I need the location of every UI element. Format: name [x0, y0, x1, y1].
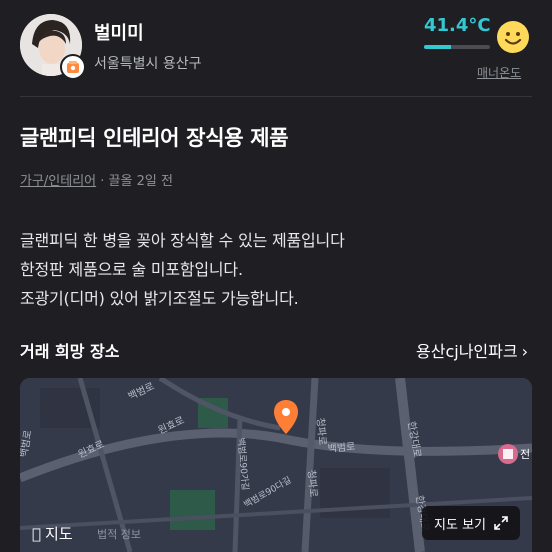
- profile-badge-icon: [60, 54, 86, 80]
- smiley-face-icon: [496, 20, 530, 54]
- street-label: 백범로: [327, 441, 356, 455]
- article-body: 글랜피딕 한 병을 꽂아 장식할 수 있는 제품입니다 한정판 제품으로 술 미…: [20, 226, 345, 313]
- chevron-right-icon: ›: [521, 342, 528, 361]
- poi-label: 전: [520, 448, 530, 461]
- map-logo-text: 지도: [36, 525, 73, 543]
- body-line: 한정판 제품으로 술 미포함입니다.: [20, 260, 243, 279]
- manner-temperature: 41.4°C: [424, 15, 491, 36]
- nickname[interactable]: 벌미미: [94, 19, 144, 45]
- body-line: 글랜피딕 한 병을 꽂아 장식할 수 있는 제품입니다: [20, 231, 345, 250]
- manner-temperature-link[interactable]: 매너온도: [477, 64, 521, 81]
- apple-icon: : [32, 525, 41, 543]
- body-line: 조광기(디머) 있어 밝기조절도 가능합니다.: [20, 289, 299, 308]
- divider: [20, 96, 532, 97]
- article-meta: 가구/인테리어 · 끌올 2일 전: [20, 170, 173, 189]
- region: 서울특별시 용산구: [94, 56, 202, 72]
- meeting-place-name: 용산cj나인파크: [416, 342, 518, 361]
- view-map-label: 지도 보기: [434, 517, 486, 533]
- manner-temperature-fill: [424, 45, 452, 49]
- meeting-place-label: 거래 희망 장소: [20, 342, 120, 361]
- map[interactable]: 백범로 원효로 원효로 백범로 청파로 백범로90가길 백범로90다길 한강대로…: [20, 378, 532, 552]
- expand-icon: [494, 516, 508, 530]
- street-label: 청파로: [314, 417, 328, 446]
- meeting-place-link[interactable]: 용산cj나인파크 ›: [416, 338, 528, 362]
- map-logo: 지도: [32, 523, 73, 544]
- posted-time: 끌올 2일 전: [108, 174, 173, 189]
- legal-info-link[interactable]: 법적 정보: [97, 526, 141, 542]
- manner-temperature-bar: [424, 45, 490, 49]
- street-label: 청파로: [305, 469, 319, 498]
- meta-separator: ·: [96, 174, 109, 189]
- category-link[interactable]: 가구/인테리어: [20, 174, 96, 189]
- view-map-button[interactable]: 지도 보기: [422, 506, 520, 540]
- article-title: 글랜피딕 인테리어 장식용 제품: [20, 126, 289, 150]
